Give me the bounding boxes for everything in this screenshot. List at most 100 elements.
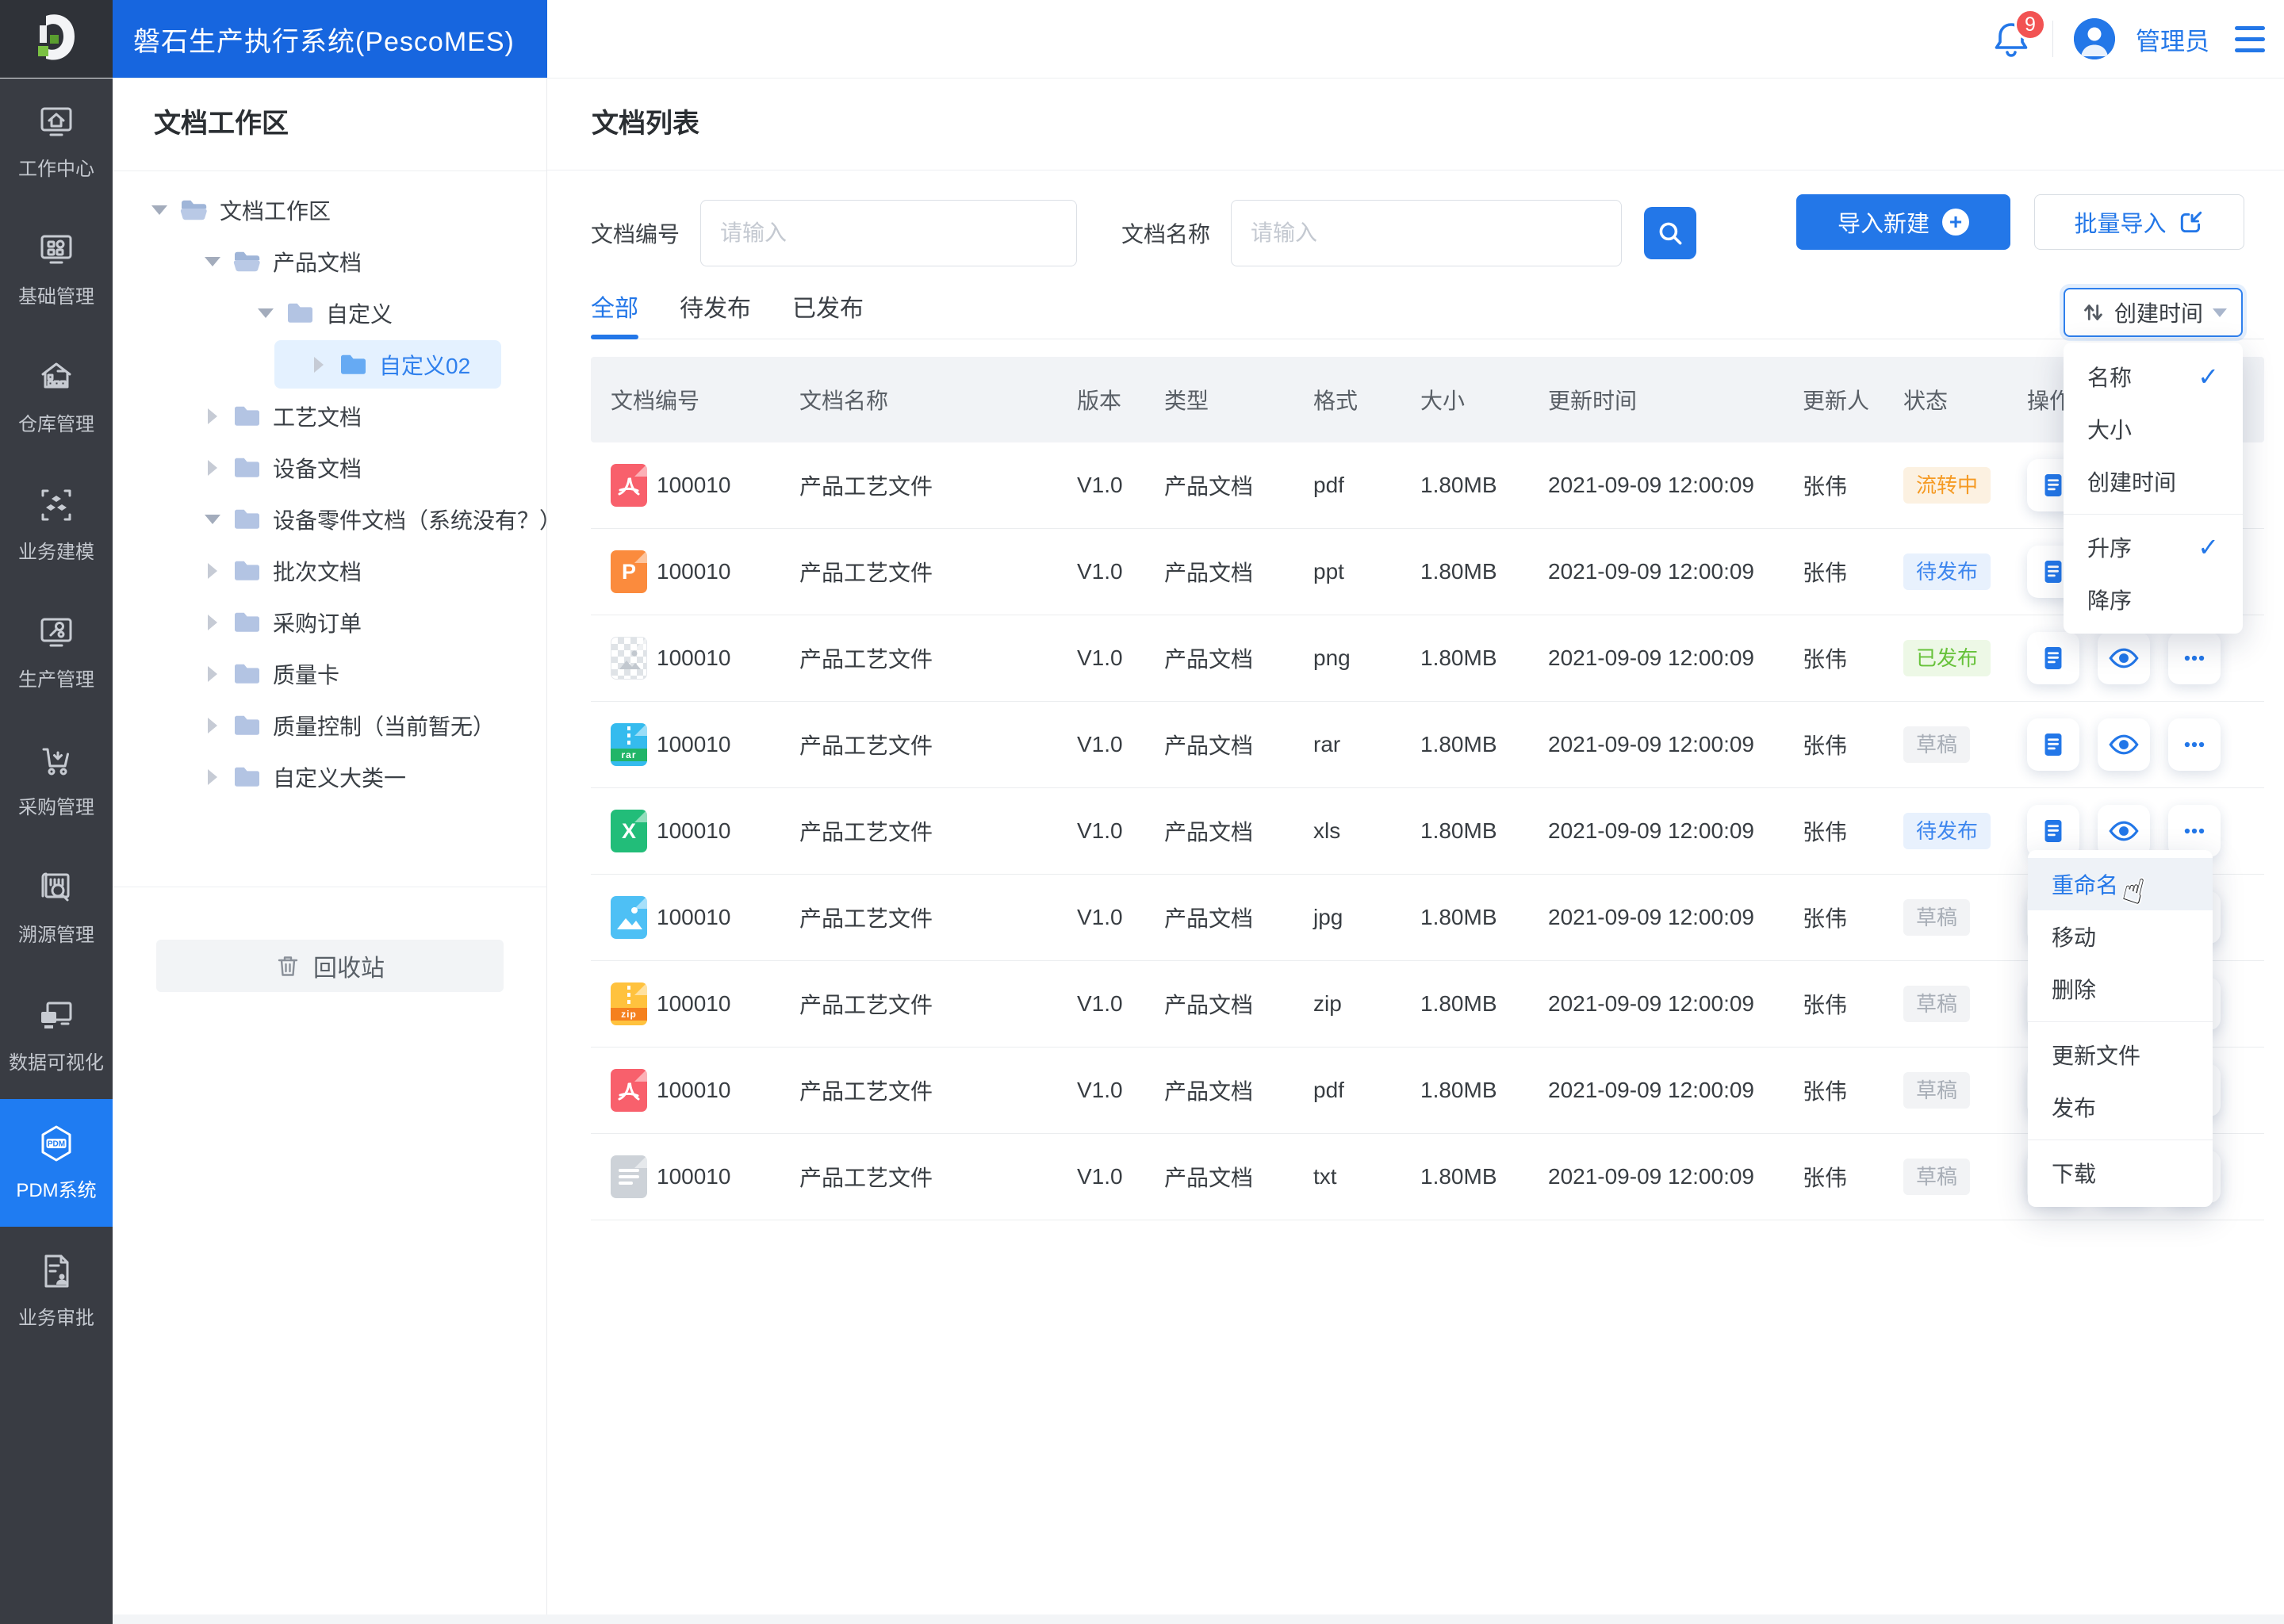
sidebar-item-business-modeling[interactable]: 业务建模	[0, 461, 113, 588]
cell-format: xls	[1313, 818, 1341, 843]
cell-size: 1.80MB	[1420, 645, 1497, 670]
context-menu-item-重命名[interactable]: 重命名 ☝	[2028, 858, 2213, 912]
tab-已发布[interactable]: 已发布	[792, 274, 864, 339]
more-actions-button[interactable]	[2168, 632, 2221, 684]
sidebar-item-production[interactable]: 生产管理	[0, 588, 113, 716]
tree-node-label: 自定义大类一	[273, 765, 407, 791]
doc-no-input[interactable]	[700, 200, 1078, 266]
tree-node[interactable]: 采购订单	[113, 596, 546, 648]
sort-option-名称[interactable]: 名称 ✓	[2064, 350, 2243, 403]
status-badge: 待发布	[1903, 813, 1991, 849]
context-menu-item-label: 更新文件	[2052, 1044, 2141, 1068]
tree-node[interactable]: 批次文档	[113, 545, 546, 596]
tree-node[interactable]: 自定义大类一	[113, 751, 546, 802]
cell-updated-by: 张伟	[1803, 647, 1848, 672]
caret-right-icon[interactable]	[202, 665, 223, 682]
notification-bell-icon[interactable]: 9	[1991, 9, 2046, 59]
tree-node[interactable]: 产品文档	[113, 236, 546, 287]
context-menu-item-下载[interactable]: 下载	[2028, 1147, 2213, 1199]
tab-待发布[interactable]: 待发布	[680, 274, 751, 339]
table-row[interactable]: 100010 产品工艺文件 V1.0 产品文档 txt 1.80MB 2021-09-09 …	[591, 1134, 2264, 1220]
caret-down-icon[interactable]	[255, 308, 276, 318]
status-badge-label: 流转中	[1903, 467, 1991, 504]
caret-right-icon[interactable]	[202, 768, 223, 785]
tree-node-selected[interactable]: 自定义02	[113, 339, 546, 390]
table-row[interactable]: 100010 产品工艺文件 V1.0 产品文档 png 1.80MB 2021-09-09 …	[591, 615, 2264, 702]
tab-全部[interactable]: 全部	[591, 274, 638, 339]
table-row[interactable]: 100010 产品工艺文件 V1.0 产品文档 jpg 1.80MB 2021-09-09 …	[591, 875, 2264, 961]
caret-down-icon[interactable]	[202, 256, 223, 266]
sidebar-item-workcenter[interactable]: 工作中心	[0, 78, 113, 205]
caret-right-icon[interactable]	[202, 614, 223, 630]
caret-down-icon[interactable]	[202, 514, 223, 524]
caret-down-icon[interactable]	[149, 205, 170, 215]
caret-right-icon[interactable]	[202, 408, 223, 424]
sort-option-升序[interactable]: 升序 ✓	[2064, 521, 2243, 573]
cell-format: rar	[1313, 732, 1341, 756]
sort-option-大小[interactable]: 大小	[2064, 403, 2243, 455]
caret-right-icon[interactable]	[202, 562, 223, 579]
user-name[interactable]: 管理员	[2136, 21, 2209, 57]
file-type-icon-txt	[611, 1155, 647, 1198]
sort-option-label: 降序	[2087, 588, 2133, 613]
sidebar-item-data-visualization[interactable]: 数据可视化	[0, 971, 113, 1099]
batch-import-button[interactable]: 批量导入	[2034, 194, 2244, 250]
preview-eye-button[interactable]	[2098, 718, 2150, 771]
avatar[interactable]	[2074, 18, 2115, 59]
caret-right-icon[interactable]	[202, 717, 223, 733]
cell-version: V1.0	[1077, 991, 1123, 1016]
detail-button[interactable]	[2027, 632, 2079, 684]
cell-doc-no: 100010	[657, 818, 731, 843]
recycle-bin-button[interactable]: 回收站	[156, 940, 504, 992]
tree-node[interactable]: 质量卡	[113, 648, 546, 699]
tree-node[interactable]: 工艺文档	[113, 390, 546, 442]
menu-hamburger-icon[interactable]	[2235, 25, 2265, 52]
context-menu-item-更新文件[interactable]: 更新文件	[2028, 1028, 2213, 1081]
cell-doc-no: 100010	[657, 1164, 731, 1189]
menu-divider	[2028, 1139, 2213, 1140]
more-actions-button[interactable]	[2168, 718, 2221, 771]
cell-type: 产品文档	[1164, 733, 1254, 758]
caret-right-icon[interactable]	[308, 356, 329, 373]
import-new-button[interactable]: 导入新建 +	[1796, 194, 2010, 250]
folder-icon	[232, 404, 262, 428]
table-row[interactable]: P 100010 产品工艺文件 V1.0 产品文档 ppt 1.80MB 2021-09-09…	[591, 529, 2264, 615]
tree-node[interactable]: 设备零件文档（系统没有？）	[113, 493, 561, 545]
sidebar-item-label: 业务审批	[18, 1307, 94, 1329]
caret-right-icon[interactable]	[202, 459, 223, 476]
table-row[interactable]: 100010 产品工艺文件 V1.0 产品文档 pdf 1.80MB 2021-09-09 …	[591, 1048, 2264, 1134]
sidebar-item-approval[interactable]: 业务审批	[0, 1227, 113, 1354]
sidebar-item-pdm[interactable]: PDM PDM系统	[0, 1099, 113, 1227]
preview-eye-button[interactable]	[2098, 632, 2150, 684]
doc-name-input[interactable]	[1231, 200, 1623, 266]
tree-node[interactable]: 设备文档	[113, 442, 546, 493]
sort-option-降序[interactable]: 降序	[2064, 573, 2243, 626]
table-row[interactable]: X 100010 产品工艺文件 V1.0 产品文档 xls 1.80MB 2021-09-09…	[591, 788, 2264, 875]
tree-node[interactable]: 文档工作区	[113, 184, 546, 236]
detail-button[interactable]	[2027, 718, 2079, 771]
sidebar-item-procurement[interactable]: 采购管理	[0, 716, 113, 844]
cell-type: 产品文档	[1164, 906, 1254, 931]
sidebar-item-traceability[interactable]: 溯源管理	[0, 844, 113, 971]
sidebar-item-base-management[interactable]: 基础管理	[0, 205, 113, 333]
sidebar-item-label: PDM系统	[16, 1179, 97, 1201]
context-menu-item-发布[interactable]: 发布	[2028, 1081, 2213, 1133]
context-menu-item-移动[interactable]: 移动	[2028, 910, 2213, 963]
cell-format: txt	[1313, 1164, 1337, 1189]
tree-node[interactable]: 质量控制（当前暂无）	[113, 699, 546, 751]
context-menu-item-label: 下载	[2052, 1162, 2097, 1186]
tree-node-label: 设备文档	[273, 456, 362, 481]
row-context-menu: 重命名 ☝ 移动 删除更新文件发布下载	[2028, 850, 2213, 1207]
tree-node-label: 自定义	[326, 301, 393, 327]
tree-node[interactable]: 自定义	[113, 287, 546, 339]
table-row[interactable]: zip 100010 产品工艺文件 V1.0 产品文档 zip 1.80MB 2021-09-…	[591, 961, 2264, 1048]
sort-button[interactable]: 创建时间	[2064, 288, 2243, 337]
sort-option-创建时间[interactable]: 创建时间	[2064, 455, 2243, 508]
search-button[interactable]	[1644, 207, 1697, 259]
table-row[interactable]: 100010 产品工艺文件 V1.0 产品文档 pdf 1.80MB 2021-09-09 …	[591, 442, 2264, 529]
cell-updated-at: 2021-09-09 12:00:09	[1548, 732, 1754, 756]
sidebar-item-label: 基础管理	[18, 285, 94, 308]
context-menu-item-删除[interactable]: 删除	[2028, 963, 2213, 1015]
table-row[interactable]: rar 100010 产品工艺文件 V1.0 产品文档 rar 1.80MB 2021-09-…	[591, 702, 2264, 788]
sidebar-item-warehouse[interactable]: 仓库管理	[0, 333, 113, 461]
